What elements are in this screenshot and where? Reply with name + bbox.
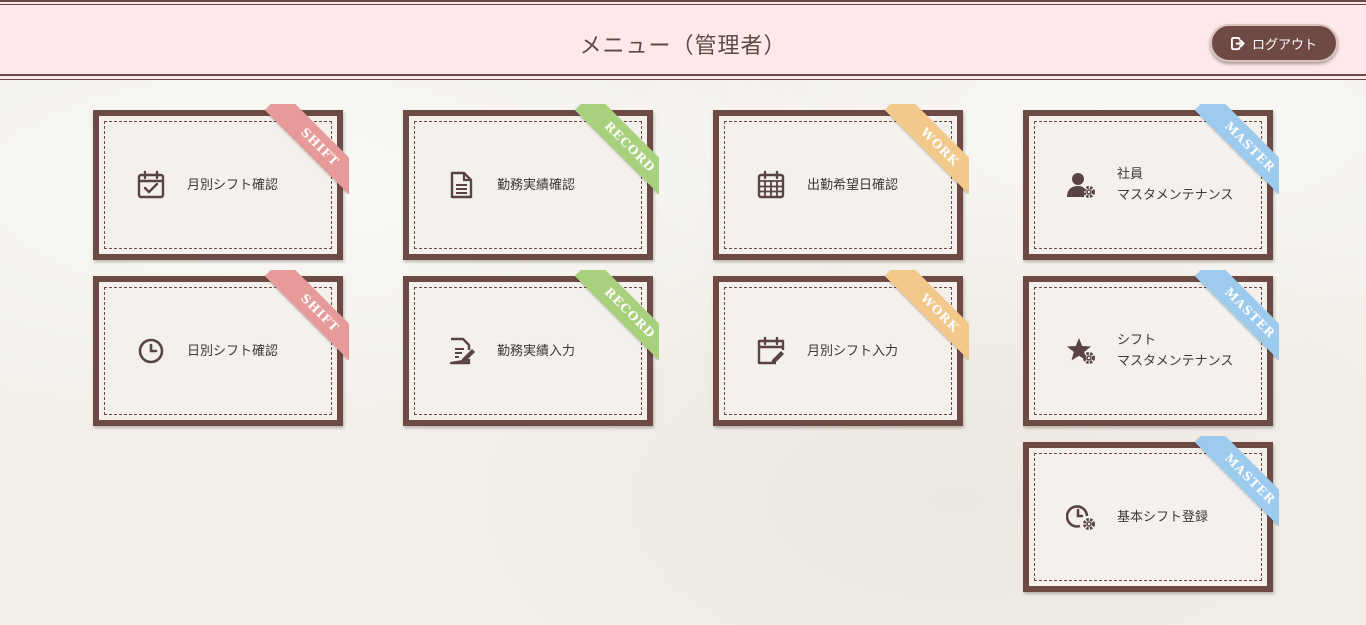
calendar-grid-icon: [755, 169, 787, 201]
menu-card-employee-master[interactable]: 社員 マスタメンテナンス MASTER: [1023, 104, 1279, 260]
master-ribbon: MASTER: [1194, 104, 1279, 194]
logout-icon: [1230, 36, 1245, 50]
document-edit-icon: [445, 335, 477, 367]
user-gear-icon: [1065, 169, 1097, 201]
card-label: 勤務実績確認: [497, 177, 576, 193]
master-ribbon: MASTER: [1194, 436, 1279, 526]
work-ribbon: WORK: [884, 104, 969, 194]
work-ribbon: WORK: [884, 270, 969, 360]
menu-card-work-record-view[interactable]: 勤務実績確認 RECORD: [403, 104, 659, 260]
calendar-edit-icon: [755, 335, 787, 367]
shift-ribbon: SHIFT: [264, 104, 349, 194]
page-title: メニュー（管理者）: [579, 34, 787, 59]
menu-card-work-record-input[interactable]: 勤務実績入力 RECORD: [403, 270, 659, 426]
logout-button[interactable]: ログアウト: [1210, 24, 1338, 62]
record-ribbon: RECORD: [574, 104, 659, 194]
clock-gear-icon: [1065, 501, 1097, 533]
header-bar: メニュー（管理者） ログアウト: [0, 0, 1366, 80]
menu-card-work-request-view[interactable]: 出勤希望日確認 WORK: [713, 104, 969, 260]
menu-card-base-shift-register[interactable]: 基本シフト登録 MASTER: [1023, 436, 1279, 592]
menu-card-monthly-shift-input[interactable]: 月別シフト入力 WORK: [713, 270, 969, 426]
logout-label: ログアウト: [1251, 37, 1317, 53]
document-icon: [445, 169, 477, 201]
menu-card-monthly-shift-view[interactable]: 月別シフト確認 SHIFT: [93, 104, 349, 260]
calendar-check-icon: [135, 169, 167, 201]
star-gear-icon: [1065, 335, 1097, 367]
record-ribbon: RECORD: [574, 270, 659, 360]
shift-ribbon: SHIFT: [264, 270, 349, 360]
clock-icon: [135, 335, 167, 367]
menu-card-shift-master[interactable]: シフト マスタメンテナンス MASTER: [1023, 270, 1279, 426]
master-ribbon: MASTER: [1194, 270, 1279, 360]
card-label: 勤務実績入力: [497, 343, 576, 359]
menu-card-daily-shift-view[interactable]: 日別シフト確認 SHIFT: [93, 270, 349, 426]
